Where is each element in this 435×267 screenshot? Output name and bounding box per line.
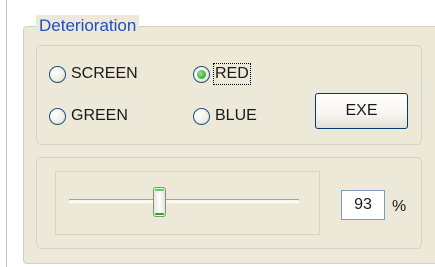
- radio-blue-indicator[interactable]: [193, 107, 210, 125]
- radio-red-label[interactable]: RED: [213, 63, 251, 85]
- radio-screen-indicator[interactable]: [49, 65, 66, 83]
- radio-green[interactable]: GREEN: [49, 104, 129, 128]
- slider-track[interactable]: [69, 199, 299, 203]
- radio-blue[interactable]: BLUE: [193, 104, 258, 128]
- level-slider[interactable]: [55, 171, 320, 235]
- level-value-input[interactable]: [341, 190, 385, 220]
- radio-blue-label[interactable]: BLUE: [214, 106, 258, 126]
- exe-button[interactable]: EXE: [315, 93, 408, 129]
- percent-unit-label: %: [392, 198, 407, 215]
- group-title: Deterioration: [36, 15, 140, 37]
- slider-thumb[interactable]: [153, 187, 166, 217]
- radio-screen-label[interactable]: SCREEN: [70, 64, 139, 84]
- radio-red[interactable]: RED: [193, 62, 251, 86]
- radio-green-label[interactable]: GREEN: [70, 106, 129, 126]
- window-left-edge: [0, 0, 7, 267]
- radio-screen[interactable]: SCREEN: [49, 62, 139, 86]
- radio-green-indicator[interactable]: [49, 107, 66, 125]
- radio-red-indicator[interactable]: [193, 65, 210, 83]
